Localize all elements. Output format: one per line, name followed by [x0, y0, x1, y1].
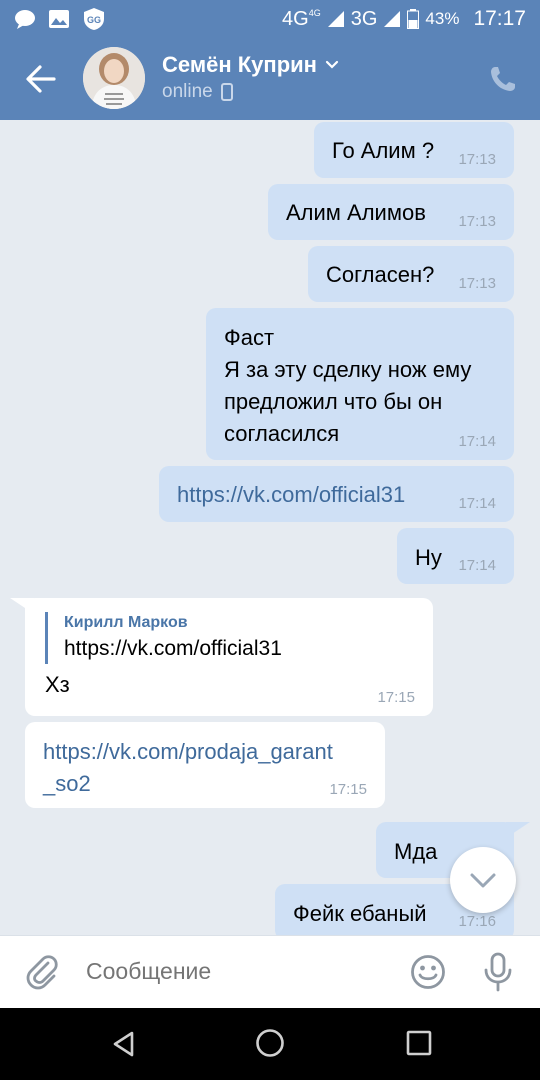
message-outgoing[interactable]: Алим Алимов 17:13 [268, 184, 514, 240]
reply-quote[interactable]: Кирилл Марков https://vk.com/official31 [45, 612, 413, 664]
quote-text: https://vk.com/official31 [64, 637, 282, 660]
nav-recents-icon[interactable] [406, 1030, 432, 1056]
message-time: 17:16 [458, 913, 496, 930]
signal-icon-2 [384, 11, 401, 27]
battery-icon [407, 9, 420, 29]
phone-call-icon[interactable] [488, 64, 518, 94]
message-input[interactable] [86, 958, 376, 985]
message-time: 17:14 [458, 557, 496, 574]
image-notification-icon [49, 10, 69, 28]
network-4g-label: 4G4G [282, 7, 321, 30]
status-right: 4G4G 3G 43% 17:17 [282, 7, 526, 31]
message-time: 17:15 [377, 689, 415, 706]
message-time: 17:13 [458, 151, 496, 168]
quote-author: Кирилл Марков [64, 614, 188, 631]
clock: 17:17 [473, 7, 526, 30]
message-time: 17:14 [458, 433, 496, 450]
message-incoming[interactable]: https://vk.com/prodaja_garant _so2 17:15 [25, 722, 385, 808]
message-text: Хз [45, 672, 70, 697]
message-link[interactable]: https://vk.com/official31 [177, 479, 496, 511]
contact-name-label: Семён Куприн [162, 52, 317, 77]
message-text: Фаст Я за эту сделку нож ему предложил ч… [224, 325, 472, 446]
status-label: online [162, 81, 213, 102]
avatar[interactable] [83, 47, 145, 109]
status-bar: GG 4G4G 3G 43% 17:17 [0, 0, 540, 38]
chat-notification-icon [15, 10, 35, 29]
app-shield-icon: GG [84, 8, 104, 30]
chat-header: Семён Куприн online [0, 38, 540, 120]
message-outgoing[interactable]: Го Алим ? 17:13 [314, 122, 514, 178]
signal-icon [327, 11, 344, 27]
message-time: 17:13 [458, 275, 496, 292]
message-time: 17:15 [329, 781, 367, 798]
mobile-phone-icon [220, 83, 233, 101]
avatar-photo [83, 47, 145, 109]
nav-back-icon[interactable] [110, 1030, 138, 1058]
back-arrow-icon[interactable] [24, 62, 58, 96]
nav-home-icon[interactable] [255, 1028, 285, 1058]
message-time: 17:14 [458, 495, 496, 512]
message-outgoing[interactable]: Ну 17:14 [397, 528, 514, 584]
chevron-down-icon [470, 873, 496, 888]
message-outgoing[interactable]: Фаст Я за эту сделку нож ему предложил ч… [206, 308, 514, 460]
svg-text:GG: GG [87, 15, 101, 25]
message-outgoing[interactable]: https://vk.com/official31 17:14 [159, 466, 514, 522]
message-incoming[interactable]: Кирилл Марков https://vk.com/official31 … [25, 598, 433, 716]
message-outgoing[interactable]: Согласен? 17:13 [308, 246, 514, 302]
attach-icon[interactable] [24, 954, 60, 990]
microphone-icon[interactable] [482, 952, 514, 992]
contact-name[interactable]: Семён Куприн [162, 52, 339, 78]
battery-percent: 43% [425, 9, 460, 28]
message-link[interactable]: https://vk.com/prodaja_garant _so2 [43, 736, 367, 800]
emoji-icon[interactable] [410, 954, 446, 990]
message-time: 17:13 [458, 213, 496, 230]
message-composer [0, 935, 540, 1009]
notification-icons: GG [14, 7, 106, 31]
message-list[interactable]: Го Алим ? 17:13 Алим Алимов 17:13 Соглас… [0, 120, 540, 935]
system-nav-bar [0, 1008, 540, 1080]
contact-status: online [162, 81, 233, 103]
chevron-down-icon [325, 60, 339, 69]
network-3g-label: 3G [350, 7, 378, 30]
scroll-down-button[interactable] [450, 847, 516, 913]
